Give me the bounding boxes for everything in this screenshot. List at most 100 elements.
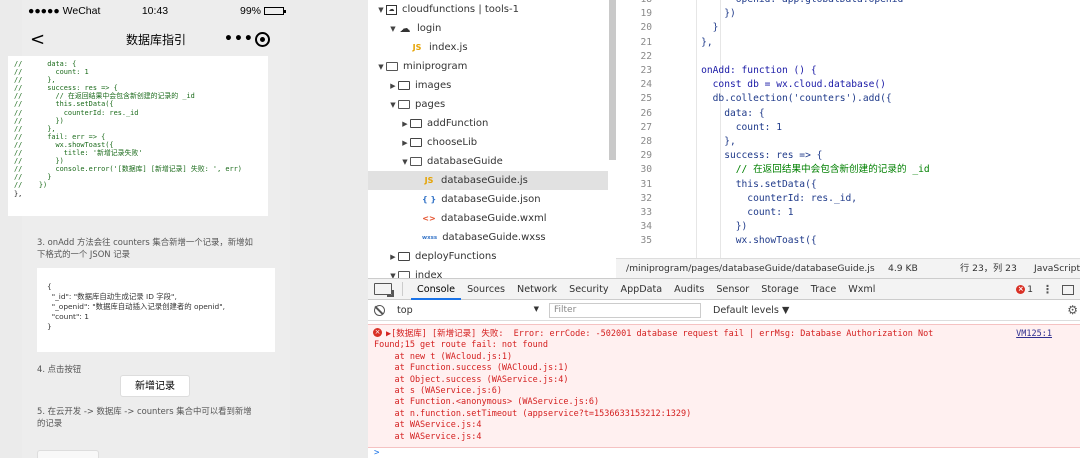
chevron-down-icon[interactable]: ▼	[388, 25, 398, 33]
more-options-icon[interactable]: ⋮	[1042, 283, 1053, 296]
line-number: 32	[640, 192, 652, 204]
add-record-button[interactable]: 新增记录	[120, 375, 190, 397]
next-step-button[interactable]	[37, 450, 99, 458]
gear-icon[interactable]: ⚙	[1067, 303, 1078, 317]
inspect-element-icon[interactable]	[374, 283, 394, 297]
code-line[interactable]: 35 wx.showToast({	[616, 234, 1080, 248]
tree-item-label: databaseGuide.wxss	[442, 232, 546, 243]
chevron-right-icon[interactable]: ▶	[400, 120, 410, 128]
error-count-badge[interactable]: × 1	[1016, 285, 1033, 295]
tab-storage[interactable]: Storage	[755, 279, 805, 300]
line-number: 18	[616, 0, 652, 7]
tab-network[interactable]: Network	[511, 279, 563, 300]
chevron-down-icon[interactable]: ▼	[376, 63, 386, 71]
chevron-right-icon[interactable]: ▶	[388, 82, 398, 90]
code-line[interactable]: 25 db.collection('counters').add({	[616, 92, 1080, 106]
code-text: })	[678, 221, 748, 233]
tree-item-databaseguide[interactable]: ▼ databaseGuide	[368, 152, 608, 171]
more-dots-icon[interactable]: •••	[224, 31, 254, 47]
language-mode[interactable]: JavaScript	[1034, 259, 1080, 278]
step-5-line-1: 5. 在云开发 -> 数据库 -> counters 集合中可以看到新增	[37, 406, 252, 416]
code-line[interactable]: 30 // 在返回结果中会包含新创建的记录的 _id	[616, 163, 1080, 177]
code-line[interactable]: 19 })	[616, 7, 1080, 21]
code-line[interactable]: 26 data: {	[616, 107, 1080, 121]
tree-item-index[interactable]: ▼ index	[368, 266, 608, 278]
battery-indicator: 99%	[240, 5, 286, 17]
tree-item-databaseguide-json[interactable]: { } databaseGuide.json	[368, 190, 608, 209]
tree-item-chooselib[interactable]: ▶ chooseLib	[368, 133, 608, 152]
tree-item-deployfunctions[interactable]: ▶ deployFunctions	[368, 247, 608, 266]
tree-item-images[interactable]: ▶ images	[368, 76, 608, 95]
tree-item-pages[interactable]: ▼ pages	[368, 95, 608, 114]
code-text: },	[678, 36, 713, 48]
code-line[interactable]: 18 openid: app.globalData.openid	[616, 0, 1080, 7]
code-line[interactable]: 34 })	[616, 220, 1080, 234]
code-line[interactable]: 29 success: res => {	[616, 149, 1080, 163]
tree-item-databaseguide-wxml[interactable]: <> databaseGuide.wxml	[368, 209, 608, 228]
sample-code-line: // count: 1	[14, 68, 89, 77]
mini-program-nav-bar: < 数据库指引 •••	[22, 22, 290, 56]
clear-console-icon[interactable]	[374, 304, 385, 316]
code-line[interactable]: 27 count: 1	[616, 121, 1080, 135]
back-arrow-icon[interactable]: <	[30, 29, 60, 50]
cursor-position[interactable]: 行 23，列 23	[960, 259, 1017, 278]
file-tree-scrollbar[interactable]	[609, 0, 616, 160]
tree-item-index-js[interactable]: JS index.js	[368, 38, 608, 57]
code-text: // 在返回结果中会包含新创建的记录的 _id	[678, 164, 930, 176]
code-line[interactable]: 20 }	[616, 21, 1080, 35]
code-line[interactable]: 23 onAdd: function () {	[616, 64, 1080, 78]
folder-open-icon	[410, 157, 422, 166]
code-line[interactable]: 28 },	[616, 135, 1080, 149]
chevron-down-icon[interactable]: ▼	[400, 158, 410, 166]
capsule-menu: •••	[214, 27, 280, 51]
chevron-down-icon[interactable]: ▼	[376, 6, 386, 14]
code-line[interactable]: 32 counterId: res._id,	[616, 192, 1080, 206]
chevron-down-icon[interactable]: ▼	[388, 101, 398, 109]
code-line[interactable]: 33 count: 1	[616, 206, 1080, 220]
chevron-down-icon: ▼	[533, 304, 539, 313]
code-line[interactable]: 31 this.setData({	[616, 178, 1080, 192]
console-error-headline[interactable]: ▶[数据库] [新增记录] 失败: Error: errCode: -50200…	[368, 329, 1080, 340]
tab-sensor[interactable]: Sensor	[710, 279, 755, 300]
tree-item-addfunction[interactable]: ▶ addFunction	[368, 114, 608, 133]
tree-item-databaseguide-wxss[interactable]: wxss databaseGuide.wxss	[368, 228, 608, 247]
tree-item-miniprogram[interactable]: ▼ miniprogram	[368, 57, 608, 76]
step-5-line-2: 的记录	[37, 418, 63, 428]
line-number: 20	[640, 22, 652, 34]
console-filter-input[interactable]: Filter	[549, 302, 701, 318]
code-line[interactable]: 24 const db = wx.cloud.database()	[616, 78, 1080, 92]
code-editor[interactable]: 18 openid: app.globalData.openid19 })20 …	[616, 0, 1080, 258]
tab-wxml[interactable]: Wxml	[842, 279, 881, 300]
tab-console[interactable]: Console	[411, 279, 462, 300]
sample-code-line: // console.error('[数据库] [新增记录] 失败: ', er…	[14, 165, 242, 174]
tree-item-cloudfunctions-tools-1[interactable]: ▼ ☁ cloudfunctions | tools-1	[368, 0, 608, 19]
tab-audits[interactable]: Audits	[668, 279, 710, 300]
tree-item-login[interactable]: ▼ ☁ login	[368, 19, 608, 38]
console-stack-line: at n.function.setTimeout (appservice?t=1…	[374, 408, 692, 419]
close-circle-icon[interactable]	[255, 31, 270, 47]
context-value: top	[397, 304, 413, 316]
tree-item-databaseguide-js[interactable]: JS databaseGuide.js	[368, 171, 608, 190]
tab-security[interactable]: Security	[563, 279, 614, 300]
console-stack-line: at WAService.js:4	[374, 431, 482, 442]
tree-item-label: chooseLib	[427, 137, 478, 148]
line-number: 28	[640, 136, 652, 147]
console-prompt[interactable]: >	[374, 448, 379, 458]
dock-side-icon[interactable]	[1062, 284, 1074, 295]
console-stack-line: at Function.success (WACloud.js:1)	[374, 363, 569, 374]
tree-item-label: cloudfunctions | tools-1	[402, 4, 519, 15]
chevron-right-icon[interactable]: ▶	[400, 139, 410, 147]
line-number: 33	[640, 207, 652, 218]
tab-appdata[interactable]: AppData	[615, 279, 669, 300]
code-line[interactable]: 21 },	[616, 36, 1080, 50]
tab-trace[interactable]: Trace	[805, 279, 842, 300]
context-select[interactable]: top ▼	[397, 305, 539, 316]
folder-open-icon	[398, 100, 410, 109]
json-line: }	[47, 322, 52, 331]
code-text: },	[678, 136, 736, 147]
chevron-right-icon[interactable]: ▶	[388, 253, 398, 261]
folder-icon	[398, 252, 410, 261]
log-levels-select[interactable]: Default levels ▼	[713, 305, 789, 316]
code-line[interactable]: 22	[616, 50, 1080, 64]
tab-sources[interactable]: Sources	[461, 279, 511, 300]
